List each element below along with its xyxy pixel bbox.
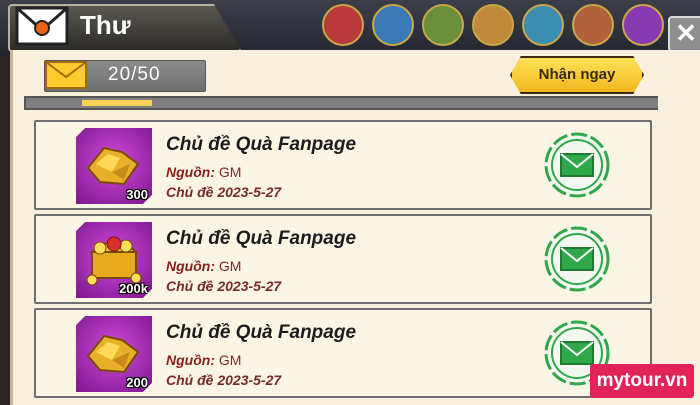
mail-title: Chủ đề Quà Fanpage [166,134,357,155]
claim-all-button[interactable]: Nhận ngay [510,56,644,94]
list-header-strip [24,96,658,110]
mail-source: Nguồn: GM [166,164,241,180]
mail-date: Chủ đề 2023-5-27 [166,184,281,200]
hero-avatar [622,4,664,46]
mail-source: Nguồn: GM [166,352,241,368]
mail-list[interactable]: 300 Chủ đề Quà Fanpage Nguồn: GM Chủ đề … [24,96,658,405]
reward-item[interactable]: 200 [76,316,152,392]
source-value: GM [218,258,242,274]
hero-avatar [422,4,464,46]
treasure-chest-icon [86,236,142,286]
page-title: Thư [80,10,131,40]
hero-avatar [472,4,514,46]
envelope-icon [45,61,87,89]
envelope-icon [15,6,69,46]
date-label: Chủ đề [166,278,214,294]
mail-count: 20/50 [108,64,161,85]
source-label: Nguồn: [166,164,215,180]
mail-item[interactable]: 200 Chủ đề Quà Fanpage Nguồn: GM Chủ đề … [34,308,652,398]
source-label: Nguồn: [166,258,215,274]
mail-date: Chủ đề 2023-5-27 [166,372,281,388]
mail-date: Chủ đề 2023-5-27 [166,278,281,294]
source-label: Nguồn: [166,352,215,368]
mail-title: Chủ đề Quà Fanpage [166,322,357,343]
close-button[interactable]: ✕ [668,16,700,52]
mail-title: Chủ đề Quà Fanpage [166,228,357,249]
reward-item[interactable]: 300 [76,128,152,204]
gold-ingot-icon [86,334,140,374]
source-value: GM [218,352,242,368]
reward-quantity: 300 [126,187,148,202]
hero-avatar [572,4,614,46]
gold-ingot-icon [86,146,140,186]
open-mail-button[interactable] [544,226,610,292]
mail-item[interactable]: 300 Chủ đề Quà Fanpage Nguồn: GM Chủ đề … [34,120,652,210]
watermark-logo: mytour.vn [590,364,694,398]
hero-avatar [322,4,364,46]
hero-avatar [522,4,564,46]
open-mail-button[interactable] [544,132,610,198]
mail-source: Nguồn: GM [166,258,241,274]
date-label: Chủ đề [166,372,214,388]
date-value: 2023-5-27 [217,278,282,294]
date-value: 2023-5-27 [217,184,282,200]
date-value: 2023-5-27 [217,372,282,388]
reward-quantity: 200 [126,375,148,390]
hero-avatar [372,4,414,46]
reward-quantity: 200k [119,281,148,296]
list-header-nub [82,100,152,106]
source-value: GM [218,164,242,180]
top-bar: Thư [0,0,700,56]
mail-item[interactable]: 200k Chủ đề Quà Fanpage Nguồn: GM Chủ đề… [34,214,652,304]
date-label: Chủ đề [166,184,214,200]
reward-item[interactable]: 200k [76,222,152,298]
hero-strip [322,4,664,46]
